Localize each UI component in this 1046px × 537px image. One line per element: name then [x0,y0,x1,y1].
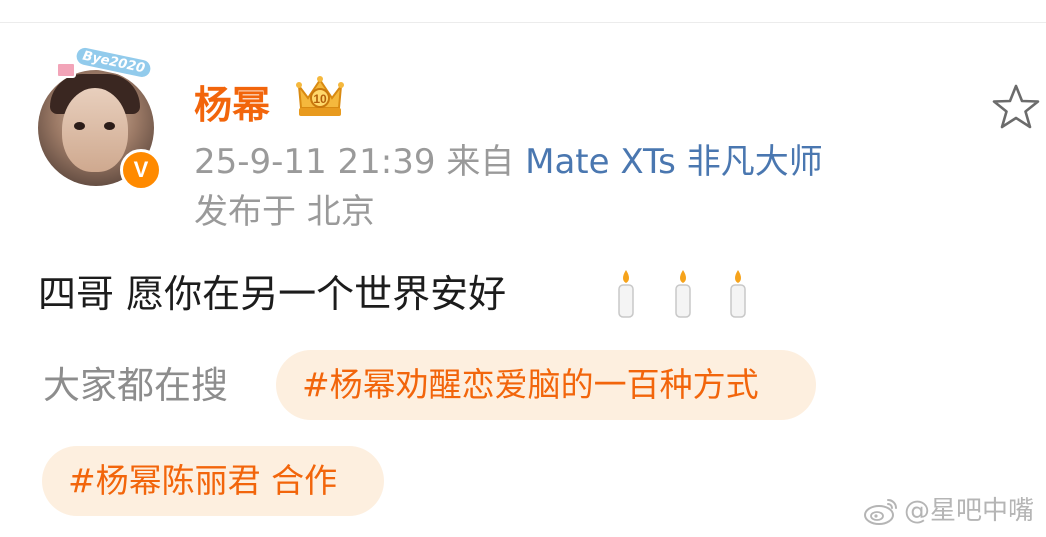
trending-tag[interactable]: #杨幂陈丽君 合作 [42,446,384,516]
trending-label: 大家都在搜 [43,364,228,407]
source-prefix: 来自 [446,142,515,182]
weibo-icon [863,499,897,525]
trending-tag[interactable]: #杨幂劝醒恋爱脑的一百种方式 [276,350,816,420]
top-divider [0,22,1046,23]
author-name[interactable]: 杨幂 [194,74,270,129]
candle-emojis [618,270,746,318]
post-content: 四哥 愿你在另一个世界安好 [38,272,507,316]
candle-icon [618,270,634,318]
camera-sticker-icon [56,62,76,78]
watermark-text: @星吧中嘴 [903,496,1034,526]
author-avatar[interactable]: Bye2020 V [38,43,162,191]
crown-level-icon[interactable]: 10 [293,72,347,120]
post-timestamp: 25-9-11 21:39 [194,142,436,182]
svg-text:10: 10 [313,92,327,106]
post-location: 发布于 北京 [194,192,375,232]
post-meta: 25-9-11 21:39 来自 Mate XTs 非凡大师 [194,140,823,184]
candle-icon [730,270,746,318]
verified-badge-icon: V [120,149,162,191]
source-device-link[interactable]: Mate XTs 非凡大师 [525,142,823,182]
star-outline-icon[interactable] [991,83,1041,131]
watermark: @星吧中嘴 [862,491,1034,531]
candle-icon [675,270,691,318]
